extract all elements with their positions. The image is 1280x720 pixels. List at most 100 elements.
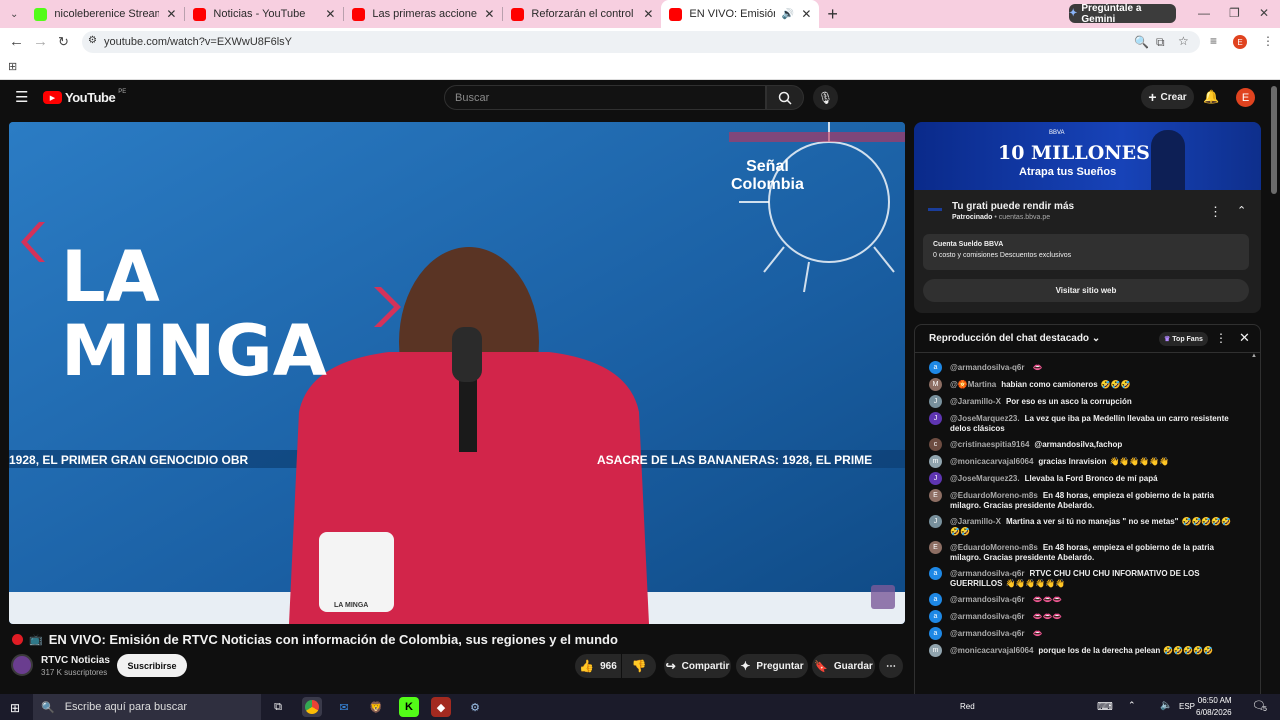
chat-author-avatar[interactable]: a <box>929 610 942 623</box>
account-avatar[interactable]: E <box>1236 88 1255 107</box>
top-fans-badge[interactable]: ♛ Top Fans <box>1159 332 1208 346</box>
dota-taskbar-icon[interactable]: ◆ <box>431 697 451 717</box>
chat-author-name[interactable]: @Jaramillo-X <box>950 517 1001 526</box>
chat-message[interactable]: E @EduardoMoreno-m8s En 48 horas, empieza … <box>915 541 1255 563</box>
browser-tab-active[interactable]: EN VIVO: Emisión de 🔊 ✕ <box>661 0 820 28</box>
voice-search-button[interactable]: 🎙 <box>813 85 838 110</box>
cast-icon[interactable]: ⧉ <box>1156 35 1165 50</box>
chat-author-avatar[interactable]: m <box>929 455 942 468</box>
close-tab-icon[interactable]: ✕ <box>166 7 176 21</box>
more-actions-button[interactable]: ⋯ <box>879 654 903 678</box>
chat-message[interactable]: a @armandosilva-q6r 👄👄👄 <box>915 610 1255 623</box>
audio-playing-icon[interactable]: 🔊 <box>782 9 794 20</box>
youtube-logo[interactable]: ▶ YouTube PE <box>43 89 126 105</box>
chat-author-avatar[interactable]: a <box>929 361 942 374</box>
notifications-bell-icon[interactable]: 🔔 <box>1203 89 1219 105</box>
url-omnibox[interactable]: ⚙ youtube.com/watch?v=EXWwU8F6lsY 🔍 ⧉ ☆ <box>82 31 1200 53</box>
network-label[interactable]: Red <box>960 702 975 711</box>
gemini-button[interactable]: ✦ Pregúntale a Gemini <box>1069 3 1176 25</box>
channel-avatar[interactable] <box>11 654 33 676</box>
chat-author-name[interactable]: @armandosilva-q6r <box>950 363 1025 372</box>
chrome-taskbar-icon[interactable] <box>302 697 322 717</box>
close-window-icon[interactable]: ✕ <box>1259 6 1269 20</box>
taskbar-clock[interactable]: 06:50 AM 6/08/2026 <box>1196 695 1232 719</box>
chat-author-avatar[interactable]: a <box>929 593 942 606</box>
chat-author-name[interactable]: @Jaramillo-X <box>950 397 1001 406</box>
reload-icon[interactable]: ↻ <box>58 34 69 50</box>
chat-author-avatar[interactable]: E <box>929 489 942 502</box>
chat-message[interactable]: J @Jaramillo-X Martina a ver si tú no mane… <box>915 515 1255 537</box>
chat-author-name[interactable]: @EduardoMoreno-m8s <box>950 543 1038 552</box>
chat-author-name[interactable]: @monicacarvajal6064 <box>950 646 1033 655</box>
task-view-icon[interactable]: ⧉ <box>268 697 288 717</box>
chat-author-avatar[interactable]: E <box>929 541 942 554</box>
channel-name[interactable]: RTVC Noticias <box>41 655 110 666</box>
chat-message[interactable]: c @cristinaespitia9164 @armandosilva,facho… <box>915 438 1255 451</box>
language-indicator[interactable]: ESP <box>1179 702 1195 711</box>
browser-tab-fronteras[interactable]: Reforzarán el control en las fron ✕ <box>503 0 661 28</box>
browser-menu-icon[interactable]: ⋮ <box>1262 34 1274 48</box>
ad-collapse-icon[interactable]: ⌃ <box>1237 204 1246 217</box>
chat-message[interactable]: E @EduardoMoreno-m8s En 48 horas, empieza … <box>915 489 1255 511</box>
ask-button[interactable]: ✦ Preguntar <box>736 654 808 678</box>
chat-message[interactable]: a @armandosilva-q6r 👄 <box>915 627 1255 640</box>
ad-banner[interactable]: BBVA 10 MILLONES Atrapa tus Sueños <box>914 122 1261 190</box>
chat-author-name[interactable]: @EduardoMoreno-m8s <box>950 491 1038 500</box>
chat-message[interactable]: J @JoseMarquez23. Llevaba la Ford Bronco d… <box>915 472 1255 485</box>
chat-author-avatar[interactable]: a <box>929 567 942 580</box>
visit-website-button[interactable]: Visitar sitio web <box>923 279 1249 302</box>
back-arrow-icon[interactable]: ← <box>9 33 24 50</box>
chat-message[interactable]: a @armandosilva-q6r 👄 <box>915 361 1255 374</box>
tray-chevron-icon[interactable]: ⌃ <box>1128 700 1136 711</box>
keyboard-icon[interactable]: ⌨ <box>1097 700 1113 713</box>
url-text[interactable]: youtube.com/watch?v=EXWwU8F6lsY <box>104 36 292 48</box>
subscribe-button[interactable]: Suscribirse <box>117 654 187 677</box>
chat-author-avatar[interactable]: J <box>929 472 942 485</box>
restore-icon[interactable]: ❐ <box>1229 6 1240 20</box>
zoom-icon[interactable]: 🔍 <box>1134 35 1149 49</box>
search-button[interactable] <box>766 85 804 110</box>
chat-author-avatar[interactable]: J <box>929 515 942 528</box>
media-controls-icon[interactable]: ≡ <box>1210 34 1217 48</box>
new-tab-button[interactable]: + <box>827 4 838 25</box>
bookmark-star-icon[interactable]: ☆ <box>1178 34 1189 48</box>
chat-author-name[interactable]: @JoseMarquez23. <box>950 414 1020 423</box>
chat-author-name[interactable]: @armandosilva-q6r <box>950 629 1025 638</box>
save-button[interactable]: 🔖 Guardar <box>812 654 875 678</box>
apps-grid-icon[interactable]: ⊞ <box>8 60 17 73</box>
chat-message[interactable]: M @🏵️Martina habian como camioneros 🤣🤣🤣 <box>915 378 1255 391</box>
video-player[interactable]: LA MINGA Señal Colombia 1928, EL PRIMER … <box>9 122 905 624</box>
tab-list-chevron-icon[interactable]: ⌄ <box>0 9 26 20</box>
close-tab-icon[interactable]: ✕ <box>325 7 335 21</box>
chat-author-name[interactable]: @armandosilva-q6r <box>950 595 1025 604</box>
chat-message[interactable]: a @armandosilva-q6r 👄👄👄 <box>915 593 1255 606</box>
chat-author-avatar[interactable]: a <box>929 627 942 640</box>
ad-product-box[interactable]: Cuenta Sueldo BBVA 0 costo y comisiones … <box>923 234 1249 270</box>
chat-author-name[interactable]: @armandosilva-q6r <box>950 569 1025 578</box>
profile-avatar[interactable]: E <box>1233 35 1247 49</box>
close-tab-icon[interactable]: ✕ <box>801 7 811 21</box>
chat-message[interactable]: m @monicacarvajal6064 gracias lnravision 👋👋… <box>915 455 1255 468</box>
chat-author-avatar[interactable]: c <box>929 438 942 451</box>
chat-more-icon[interactable]: ⋮ <box>1215 331 1227 345</box>
like-button[interactable]: 👍 966 <box>575 654 621 678</box>
chat-author-name[interactable]: @JoseMarquez23. <box>950 474 1020 483</box>
site-info-icon[interactable]: ⚙ <box>88 35 97 46</box>
ad-more-icon[interactable]: ⋮ <box>1209 204 1222 220</box>
chat-author-avatar[interactable]: M <box>929 378 942 391</box>
mail-taskbar-icon[interactable]: ✉ <box>334 697 354 717</box>
browser-tab-keiko[interactable]: Las primeras acciones de Keiko ✕ <box>344 0 502 28</box>
chat-author-name[interactable]: @cristinaespitia9164 <box>950 440 1029 449</box>
chat-message[interactable]: J @JoseMarquez23. La vez que iba pa Medell… <box>915 412 1255 434</box>
chat-author-avatar[interactable]: J <box>929 412 942 425</box>
page-scrollbar[interactable] <box>1271 86 1277 194</box>
browser-tab-noticias[interactable]: Noticias - YouTube ✕ <box>185 0 343 28</box>
chat-message[interactable]: J @Jaramillo-X Por eso es un asco la corru… <box>915 395 1255 408</box>
browser-tab-kick[interactable]: nicoleberenice Stream - Watch ✕ <box>26 0 184 28</box>
chat-mode-dropdown[interactable]: Reproducción del chat destacado ⌄ <box>929 333 1100 344</box>
chat-scroll-up-icon[interactable]: ▲ <box>1251 353 1257 359</box>
chat-message[interactable]: a @armandosilva-q6r RTVC CHU CHU CHU INFOR… <box>915 567 1255 589</box>
taskbar-search[interactable]: 🔍 Escribe aquí para buscar <box>33 694 261 720</box>
volume-tray-icon[interactable]: 🔈 <box>1160 700 1172 711</box>
chat-author-name[interactable]: @🏵️Martina <box>950 380 996 389</box>
